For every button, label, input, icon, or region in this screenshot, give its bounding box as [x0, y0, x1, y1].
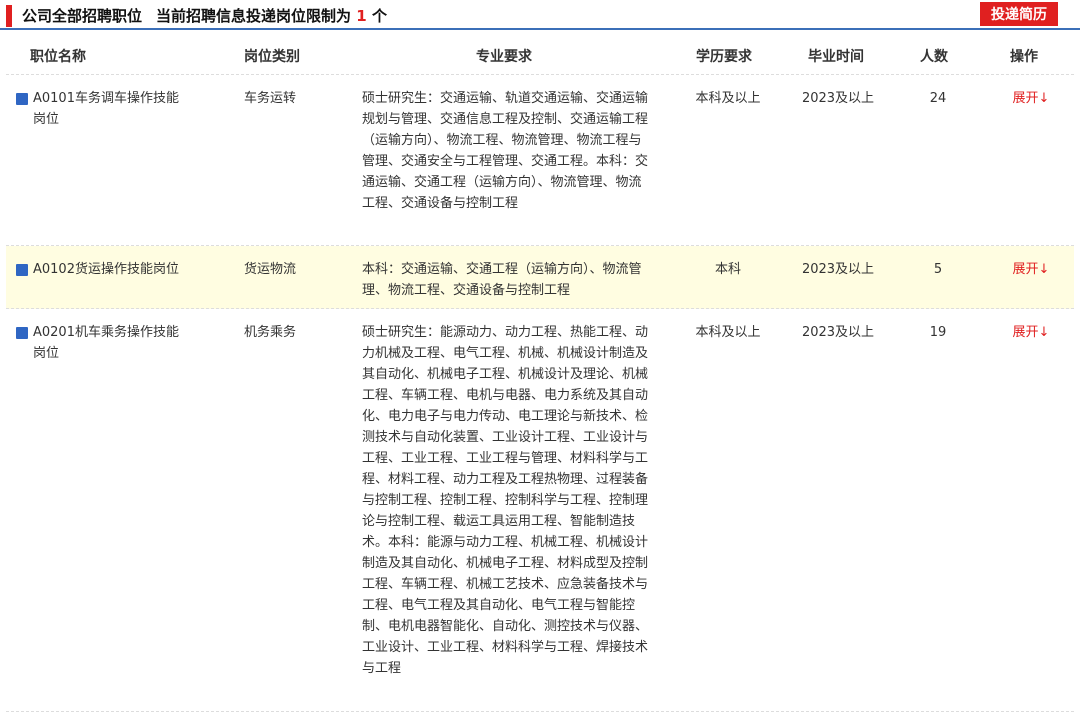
header-accent-bar — [6, 5, 12, 27]
apply-resume-button[interactable]: 投递简历 — [980, 2, 1058, 26]
graduation-time: 2023及以上 — [801, 262, 875, 277]
col-header-category: 岗位类别 — [244, 49, 300, 65]
section-title: 公司全部招聘职位 — [22, 7, 143, 25]
limit-count: 1 — [356, 7, 367, 25]
position-name-cell: A0101车务调车操作技能岗位 — [16, 88, 186, 130]
position-name: A0201机车乘务操作技能岗位 — [33, 325, 179, 361]
positions-table: 职位名称 岗位类别 专业要求 学历要求 毕业时间 人数 操作 A0101车务调车… — [6, 32, 1074, 712]
position-name-cell: A0201机车乘务操作技能岗位 — [16, 322, 186, 364]
headcount: 24 — [929, 91, 947, 106]
education-requirement: 本科及以上 — [695, 91, 761, 106]
education-requirement: 本科 — [714, 262, 741, 277]
col-header-action: 操作 — [1010, 49, 1038, 65]
limit-prefix: 当前招聘信息投递岗位限制为 — [156, 7, 352, 25]
table-row: A0102货运操作技能岗位 货运物流 本科：交通运输、交通工程（运输方向）、物流… — [6, 246, 1074, 309]
position-name: A0102货运操作技能岗位 — [33, 262, 179, 277]
square-bullet-icon — [16, 264, 28, 276]
graduation-time: 2023及以上 — [801, 325, 875, 340]
expand-link[interactable]: 展开↓ — [1006, 259, 1056, 280]
page-header: 公司全部招聘职位 当前招聘信息投递岗位限制为 1 个 投递简历 — [0, 0, 1080, 30]
expand-link[interactable]: 展开↓ — [1006, 88, 1056, 109]
expand-link[interactable]: 展开↓ — [1006, 322, 1056, 343]
headcount: 5 — [933, 262, 943, 277]
col-header-graduation: 毕业时间 — [808, 49, 864, 65]
col-header-count: 人数 — [920, 49, 948, 65]
col-header-education: 学历要求 — [696, 49, 752, 65]
headcount: 19 — [929, 325, 947, 340]
header-title: 公司全部招聘职位 当前招聘信息投递岗位限制为 1 个 — [22, 5, 387, 26]
position-category: 货运物流 — [244, 262, 297, 277]
position-name-cell: A0102货运操作技能岗位 — [16, 259, 186, 280]
major-requirements: 本科：交通运输、交通工程（运输方向）、物流管理、物流工程、交通设备与控制工程 — [362, 262, 642, 298]
table-row: A0101车务调车操作技能岗位 车务运转 硕士研究生：交通运输、轨道交通运输、交… — [6, 75, 1074, 246]
square-bullet-icon — [16, 93, 28, 105]
table-header: 职位名称 岗位类别 专业要求 学历要求 毕业时间 人数 操作 — [6, 32, 1074, 75]
table-row: A0201机车乘务操作技能岗位 机务乘务 硕士研究生：能源动力、动力工程、热能工… — [6, 309, 1074, 712]
position-category: 车务运转 — [244, 91, 297, 106]
limit-suffix: 个 — [371, 7, 387, 25]
major-requirements: 硕士研究生：能源动力、动力工程、热能工程、动力机械及工程、电气工程、机械、机械设… — [362, 325, 649, 676]
col-header-name: 职位名称 — [30, 49, 86, 65]
col-header-major: 专业要求 — [476, 49, 532, 65]
position-category: 机务乘务 — [244, 325, 297, 340]
education-requirement: 本科及以上 — [695, 325, 761, 340]
square-bullet-icon — [16, 327, 28, 339]
position-name: A0101车务调车操作技能岗位 — [33, 91, 179, 127]
major-requirements: 硕士研究生：交通运输、轨道交通运输、交通运输规划与管理、交通信息工程及控制、交通… — [362, 91, 649, 211]
graduation-time: 2023及以上 — [801, 91, 875, 106]
